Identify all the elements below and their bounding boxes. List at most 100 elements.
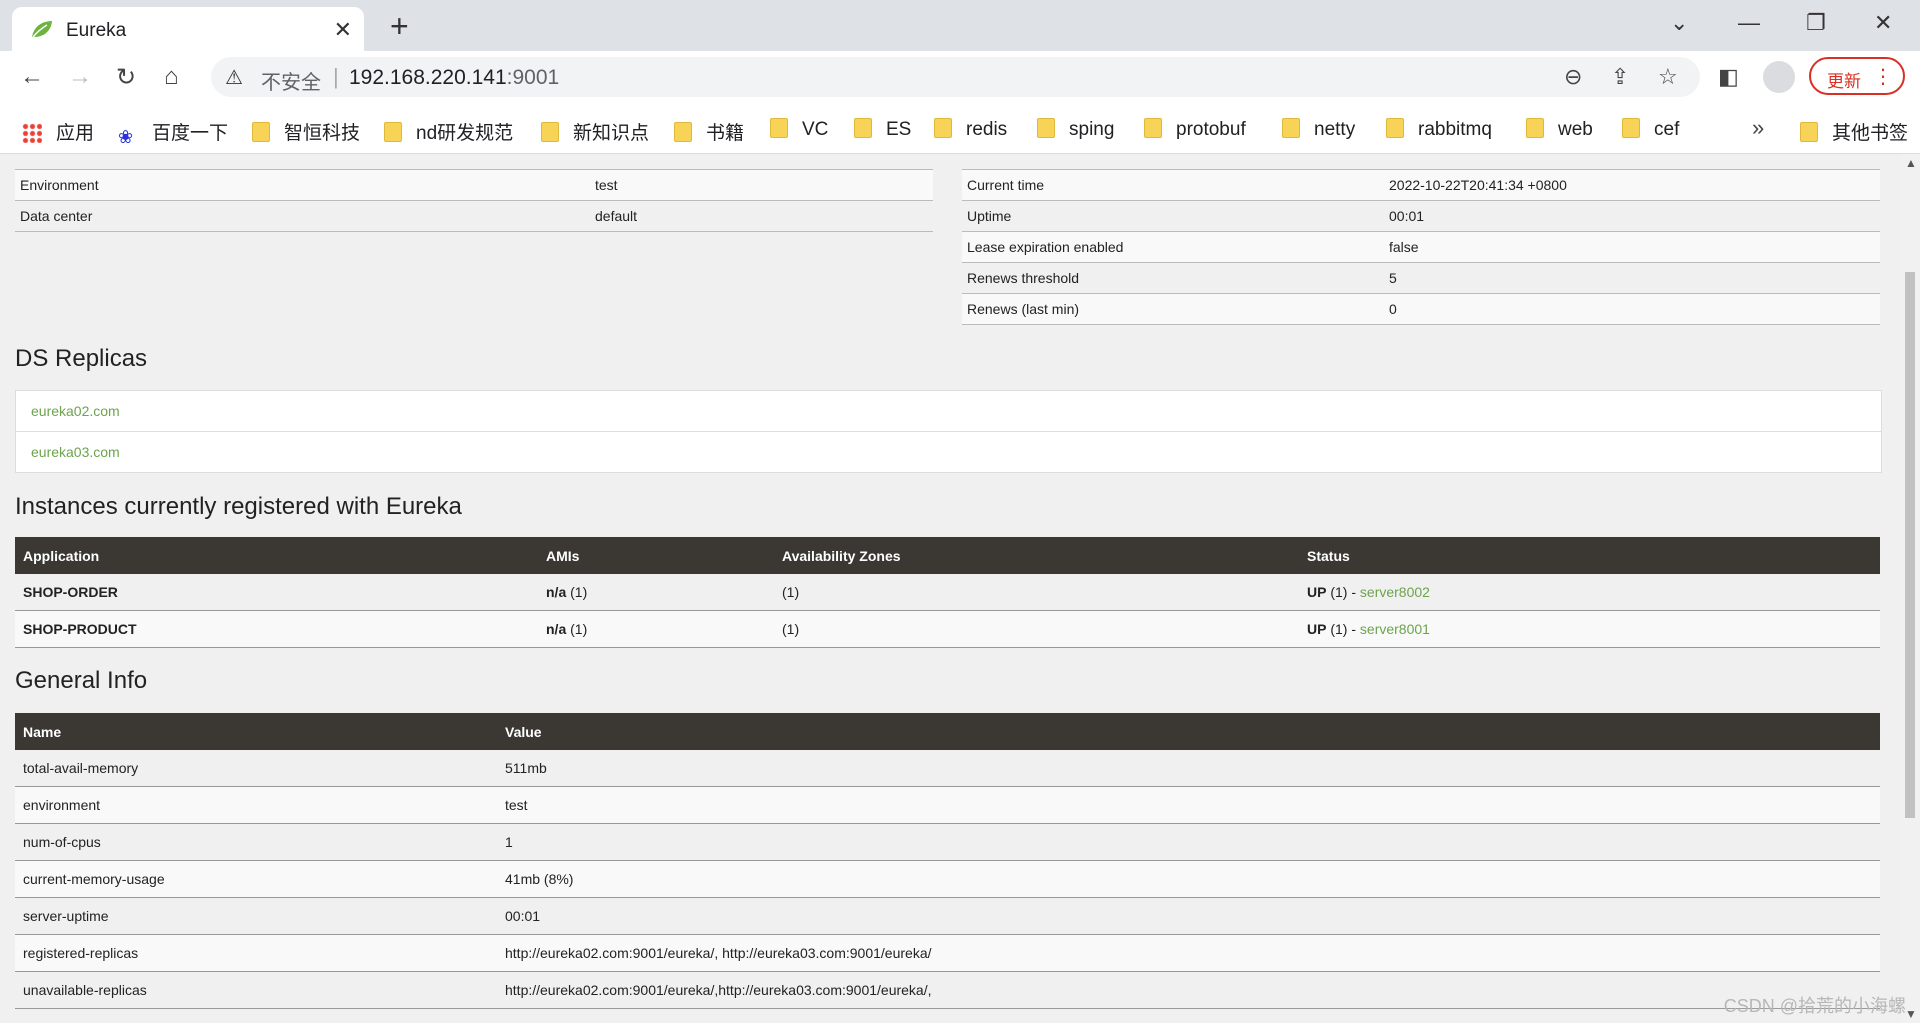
new-tab-button[interactable]: + [390, 8, 409, 45]
table-row: server-uptime 00:01 [15, 897, 1880, 935]
scroll-up-icon[interactable]: ▲ [1905, 156, 1917, 170]
ami-text: n/a [546, 584, 567, 600]
table-header: Application AMIs Availability Zones Stat… [15, 537, 1880, 574]
apps-grid-icon [22, 123, 42, 143]
reload-icon[interactable]: ↻ [116, 63, 136, 92]
system-status-right: Current time 2022-10-22T20:41:34 +0800 Up… [962, 169, 1880, 325]
replica-link[interactable]: eureka02.com [31, 403, 120, 419]
forward-icon[interactable]: → [68, 63, 92, 91]
status-key: Renews threshold [962, 262, 1384, 294]
bookmark-label: nd研发规范 [416, 123, 514, 144]
other-bookmarks[interactable]: 其他书签 [1800, 118, 1908, 145]
info-name: num-of-cpus [15, 823, 497, 861]
bookmark-label: 应用 [56, 123, 95, 144]
bookmark-star-icon[interactable]: ☆ [1658, 64, 1678, 90]
close-tab-icon[interactable]: ✕ [334, 17, 352, 43]
bookmark-folder[interactable]: cef [1622, 118, 1679, 141]
bookmark-label: 其他书签 [1832, 123, 1909, 144]
url-host: 192.168.220.141 [349, 66, 507, 89]
insecure-label: 不安全 [261, 72, 321, 94]
column-header: Application [15, 537, 538, 574]
info-value: http://eureka02.com:9001/eureka/, http:/… [497, 934, 1880, 972]
status-text: UP [1307, 621, 1327, 637]
list-item: eureka03.com [16, 432, 1881, 472]
bookmark-folder[interactable]: rabbitmq [1386, 118, 1492, 141]
menu-icon[interactable]: ⋮ [1873, 64, 1893, 89]
scroll-down-icon[interactable]: ▼ [1905, 1007, 1917, 1021]
column-header: Status [1299, 537, 1880, 574]
update-button[interactable]: 更新 ⋮ [1809, 57, 1905, 95]
status-value: 5 [1384, 262, 1880, 294]
bookmark-folder[interactable]: netty [1282, 118, 1355, 141]
instance-link[interactable]: server8002 [1360, 584, 1430, 600]
bookmark-baidu[interactable]: ❀ 百度一下 [118, 118, 228, 147]
bookmark-folder[interactable]: redis [934, 118, 1007, 141]
zones-cell: (1) [774, 610, 1299, 648]
vertical-scrollbar[interactable]: ▲ ▼ [1900, 154, 1920, 1023]
table-row: total-avail-memory 511mb [15, 750, 1880, 787]
bookmark-folder[interactable]: sping [1037, 118, 1114, 141]
url-text: 192.168.220.141:9001 [349, 66, 559, 90]
restore-button[interactable]: ❐ [1806, 10, 1826, 36]
bookmark-folder[interactable]: nd研发规范 [384, 118, 513, 145]
status-value: false [1384, 231, 1880, 263]
status-key: Lease expiration enabled [962, 231, 1384, 263]
share-icon[interactable]: ⇪ [1611, 64, 1629, 90]
bookmark-folder[interactable]: VC [770, 118, 828, 141]
back-icon[interactable]: ← [20, 63, 44, 91]
bookmark-folder[interactable]: 智恒科技 [252, 118, 360, 145]
folder-icon [934, 118, 952, 138]
address-bar[interactable]: ⚠ 不安全 | 192.168.220.141:9001 ⊖ ⇪ ☆ [211, 57, 1700, 97]
warning-icon[interactable]: ⚠ [225, 65, 243, 90]
table-row: SHOP-ORDER n/a (1) (1) UP (1) - server80… [15, 574, 1880, 611]
zoom-icon[interactable]: ⊖ [1564, 64, 1582, 90]
bookmark-apps[interactable]: 应用 [22, 118, 94, 145]
table-row: Renews (last min) 0 [962, 293, 1880, 325]
tab-eureka[interactable]: Eureka ✕ [12, 7, 364, 51]
bookmark-folder[interactable]: 书籍 [674, 118, 744, 145]
bookmark-folder[interactable]: 新知识点 [541, 118, 649, 145]
status-count: (1) - [1326, 621, 1360, 637]
folder-icon [384, 122, 402, 142]
bookmark-folder[interactable]: protobuf [1144, 118, 1246, 141]
info-value: 1 [497, 823, 1880, 861]
info-value: http://eureka02.com:9001/eureka/,http://… [497, 971, 1880, 1009]
home-icon[interactable]: ⌂ [164, 63, 179, 91]
info-value: 511mb [497, 750, 1880, 787]
table-row: unavailable-replicas http://eureka02.com:… [15, 971, 1880, 1009]
table-row: environment test [15, 786, 1880, 824]
status-value: default [590, 200, 933, 232]
minimize-button[interactable]: — [1738, 10, 1760, 36]
replica-link[interactable]: eureka03.com [31, 444, 120, 460]
table-row: Renews threshold 5 [962, 262, 1880, 294]
ami-text: n/a [546, 621, 567, 637]
tab-search-icon[interactable]: ⌄ [1670, 10, 1688, 36]
ami-cell: n/a (1) [538, 610, 774, 648]
side-panel-icon[interactable]: ◧ [1718, 64, 1739, 90]
ami-count: (1) [566, 621, 588, 637]
status-text: UP [1307, 584, 1327, 600]
folder-icon [252, 122, 270, 142]
zones-cell: (1) [774, 574, 1299, 611]
bookmark-label: VC [802, 119, 829, 140]
more-bookmarks-icon[interactable]: » [1752, 115, 1764, 141]
window-close-button[interactable]: ✕ [1874, 10, 1892, 36]
bookmark-folder[interactable]: web [1526, 118, 1593, 141]
app-name-text: SHOP-ORDER [23, 584, 118, 600]
page-content: Environment test Data center default Curre… [0, 154, 1900, 1023]
column-header: AMIs [538, 537, 774, 574]
info-name: total-avail-memory [15, 750, 497, 787]
status-value: test [590, 169, 933, 201]
table-row: current-memory-usage 41mb (8%) [15, 860, 1880, 898]
status-cell: UP (1) - server8002 [1299, 574, 1880, 611]
tab-title: Eureka [66, 20, 127, 41]
info-name: current-memory-usage [15, 860, 497, 898]
folder-icon [1037, 118, 1055, 138]
status-key: Uptime [962, 200, 1384, 232]
folder-icon [1282, 118, 1300, 138]
scrollbar-thumb[interactable] [1905, 272, 1915, 818]
bookmark-label: rabbitmq [1418, 119, 1492, 140]
bookmark-folder[interactable]: ES [854, 118, 911, 141]
instance-link[interactable]: server8001 [1360, 621, 1430, 637]
profile-avatar[interactable] [1763, 61, 1795, 93]
